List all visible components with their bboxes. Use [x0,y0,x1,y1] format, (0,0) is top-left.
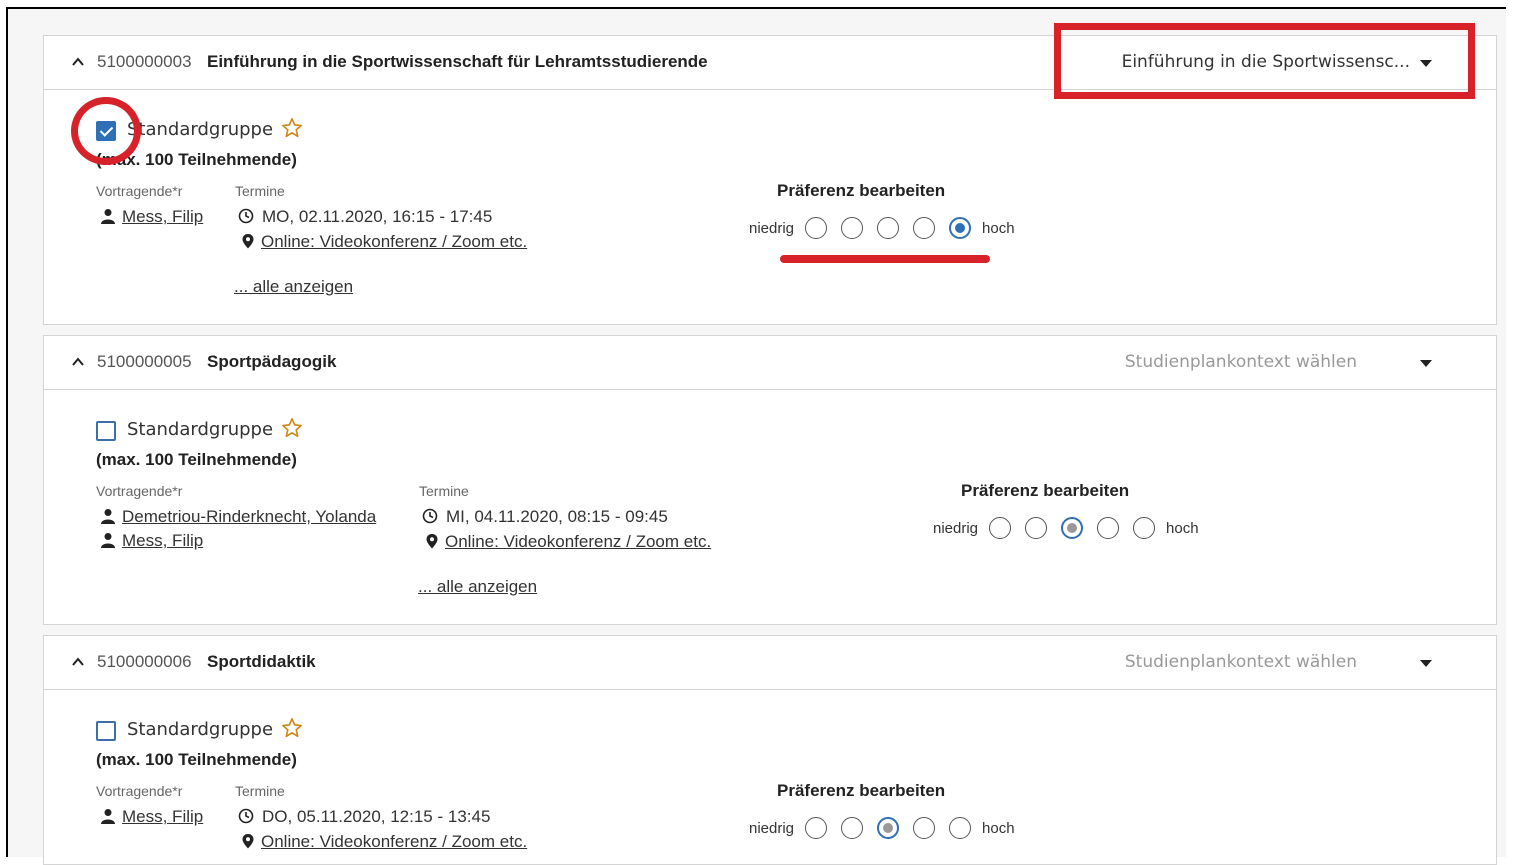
course-id: 5100000003 [97,52,192,71]
show-all-link[interactable]: ... alle anzeigen [418,577,537,597]
pref-radio-3[interactable] [877,817,900,839]
clock-icon [422,508,438,524]
pref-radio-3[interactable] [877,217,900,239]
star-icon[interactable] [281,417,303,439]
map-marker-icon [426,534,438,549]
pref-radio-4[interactable] [913,817,936,839]
star-icon[interactable] [281,717,303,739]
pref-radio-1[interactable] [805,817,828,839]
date-line: MI, 04.11.2020, 08:15 - 09:45 [422,507,668,527]
person-icon [101,533,115,548]
chevron-up-icon[interactable] [70,354,86,370]
course-title: Einführung in die Sportwissenschaft für … [207,52,708,71]
chevron-up-icon[interactable] [70,54,86,70]
map-marker-icon [242,234,254,249]
pref-radio-2[interactable] [841,817,864,839]
dates-label: Termine [419,483,469,499]
speakers-label: Vortragende*r [96,483,183,499]
preference-scale: niedrig hoch [745,817,1019,839]
person-icon [101,209,115,224]
pref-radio-1[interactable] [805,217,828,239]
clock-icon [238,808,254,824]
preference-title: Präferenz bearbeiten [777,781,946,800]
group-name: Standardgruppe [127,719,274,740]
person-icon [101,809,115,824]
pref-radio-4[interactable] [1097,517,1120,539]
pref-radio-3[interactable] [1061,517,1084,539]
location-link[interactable]: Online: Videokonferenz / Zoom etc. [240,232,527,252]
course-header-3[interactable]: 5100000006 Sportdidaktik Studienplankont… [44,636,1496,690]
group-name: Standardgruppe [127,119,274,140]
person-icon [101,509,115,524]
location-link[interactable]: Online: Videokonferenz / Zoom etc. [240,832,527,852]
pref-high-label: hoch [982,219,1015,237]
pref-radio-2[interactable] [841,217,864,239]
course-title: Sportdidaktik [207,652,316,671]
annotation-underline [780,255,990,263]
pref-radio-5[interactable] [949,817,972,839]
clock-icon [238,208,254,224]
group-capacity: (max. 100 Teilnehmende) [96,750,297,769]
course-header-2[interactable]: 5100000005 Sportpädagogik Studienplankon… [44,336,1496,390]
show-all-link[interactable]: ... alle anzeigen [234,277,353,297]
pref-high-label: hoch [1166,519,1199,537]
group-name: Standardgruppe [127,419,274,440]
pref-high-label: hoch [982,819,1015,837]
course-id: 5100000006 [97,652,192,671]
course-title: Sportpädagogik [207,352,337,371]
chevron-down-icon[interactable] [1420,360,1432,367]
star-icon[interactable] [281,117,303,139]
course-card-2: 5100000005 Sportpädagogik Studienplankon… [43,335,1497,625]
pref-low-label: niedrig [749,819,795,837]
speaker-link[interactable]: Mess, Filip [100,531,203,551]
preference-title: Präferenz bearbeiten [961,481,1130,500]
pref-radio-1[interactable] [989,517,1012,539]
pref-radio-5[interactable] [1133,517,1156,539]
speaker-link[interactable]: Mess, Filip [100,207,203,227]
annotation-highlight-box [1054,23,1475,99]
preference-scale: niedrig hoch [929,517,1203,539]
speakers-label: Vortragende*r [96,783,183,799]
location-link[interactable]: Online: Videokonferenz / Zoom etc. [424,532,711,552]
pref-low-label: niedrig [933,519,979,537]
annotation-highlight-circle [71,97,141,165]
context-select[interactable]: Studienplankontext wählen [1125,352,1357,372]
pref-low-label: niedrig [749,219,795,237]
speaker-link[interactable]: Demetriou-Rinderknecht, Yolanda [100,507,376,527]
date-line: DO, 05.11.2020, 12:15 - 13:45 [238,807,490,827]
preference-title: Präferenz bearbeiten [777,181,946,200]
speaker-link[interactable]: Mess, Filip [100,807,203,827]
chevron-down-icon[interactable] [1420,660,1432,667]
speakers-label: Vortragende*r [96,183,183,199]
context-select[interactable]: Studienplankontext wählen [1125,652,1357,672]
dates-label: Termine [235,783,285,799]
pref-radio-4[interactable] [913,217,936,239]
group-checkbox[interactable] [96,721,116,741]
course-id: 5100000005 [97,352,192,371]
map-marker-icon [242,834,254,849]
chevron-up-icon[interactable] [70,654,86,670]
pref-radio-5[interactable] [949,217,972,239]
group-capacity: (max. 100 Teilnehmende) [96,450,297,469]
dates-label: Termine [235,183,285,199]
date-line: MO, 02.11.2020, 16:15 - 17:45 [238,207,492,227]
pref-radio-2[interactable] [1025,517,1048,539]
preference-scale: niedrig hoch [745,217,1019,239]
group-checkbox[interactable] [96,421,116,441]
